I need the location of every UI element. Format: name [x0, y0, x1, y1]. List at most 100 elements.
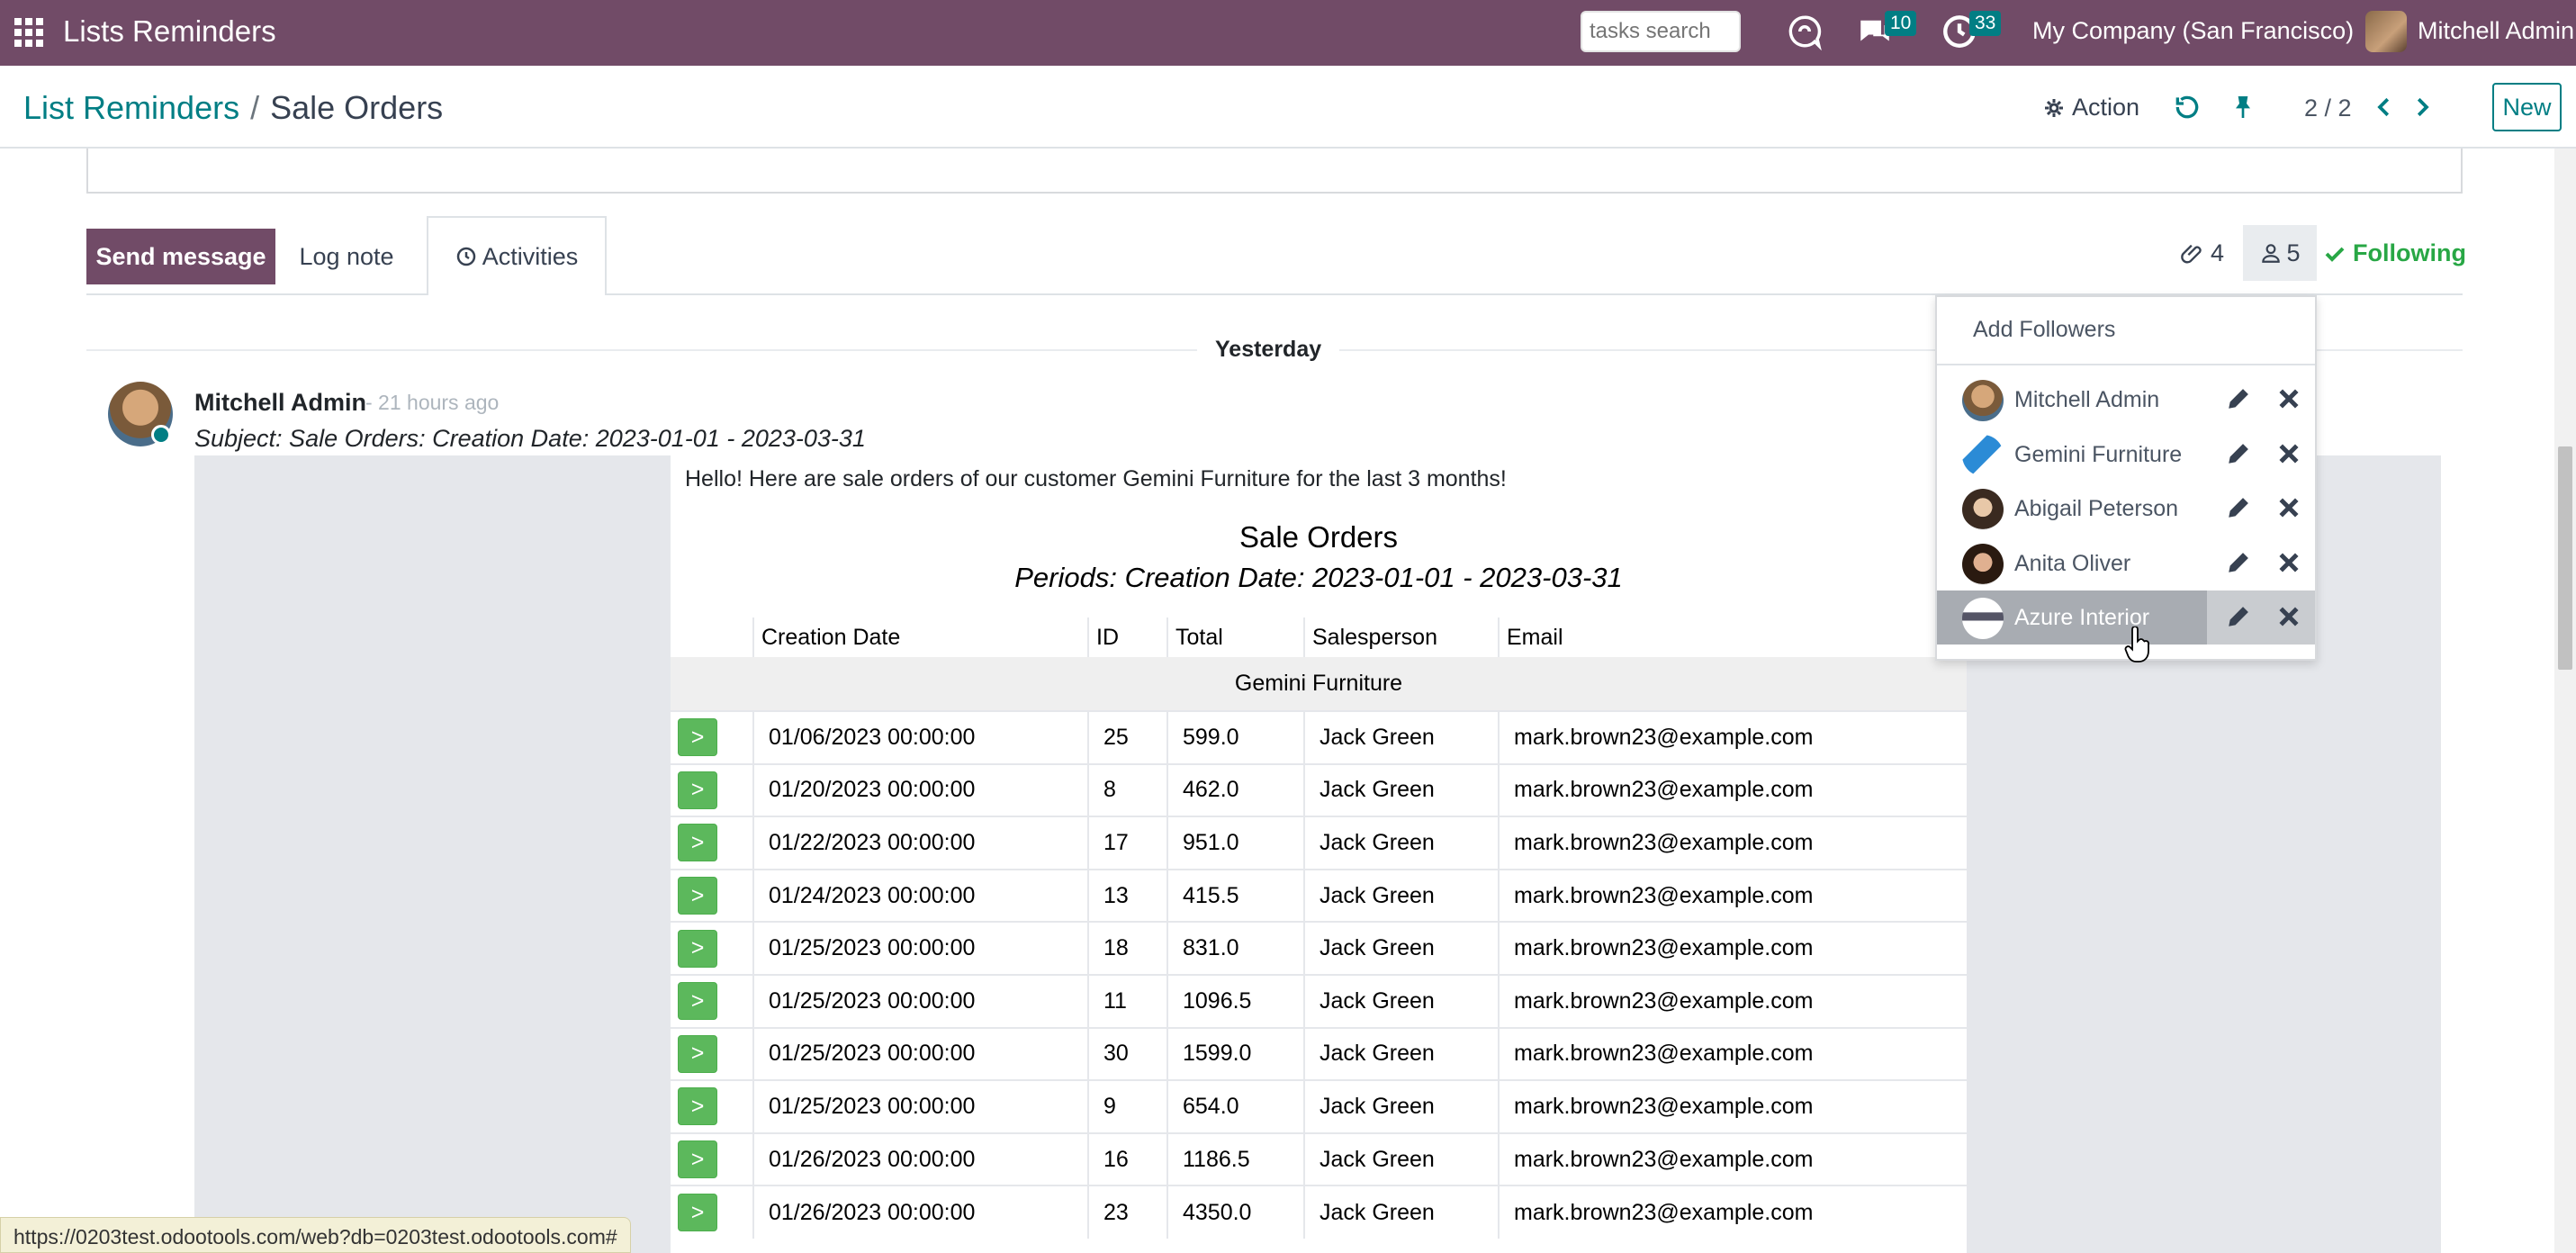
- new-button[interactable]: New: [2492, 83, 2562, 131]
- open-order-button[interactable]: >: [678, 1140, 717, 1179]
- discard-refresh-icon[interactable]: [2173, 93, 2202, 122]
- open-order-button[interactable]: >: [678, 718, 717, 757]
- status-bar-url: https://0203test.odootools.com/web?db=02…: [0, 1217, 631, 1253]
- open-order-button[interactable]: >: [678, 929, 717, 968]
- cell-id: 17: [1087, 816, 1167, 870]
- edit-pencil-icon[interactable]: [2225, 440, 2252, 467]
- row-action-cell: >: [671, 1026, 753, 1081]
- column-header: ID: [1087, 617, 1167, 657]
- remove-x-icon[interactable]: [2275, 603, 2302, 630]
- followers-button[interactable]: 5: [2243, 225, 2317, 281]
- cell-total: 654.0: [1166, 1079, 1304, 1133]
- page-scrollbar[interactable]: [2554, 149, 2576, 1253]
- pager-value[interactable]: 2 / 2: [2304, 95, 2352, 122]
- cell-date: 01/25/2023 00:00:00: [752, 973, 1088, 1028]
- cell-date: 01/24/2023 00:00:00: [752, 868, 1088, 923]
- cell-email: mark.brown23@example.com: [1498, 816, 1967, 870]
- follower-avatar: [1962, 380, 2004, 421]
- table-header-row: Creation Date ID Total Salesperson Email: [671, 617, 1967, 657]
- remove-x-icon[interactable]: [2275, 440, 2302, 467]
- following-button[interactable]: Following: [2324, 239, 2466, 267]
- remove-x-icon[interactable]: [2275, 385, 2302, 412]
- following-label: Following: [2353, 239, 2466, 266]
- page-scrollbar-thumb[interactable]: [2558, 446, 2572, 670]
- table-row: >01/24/2023 00:00:00 13 415.5 Jack Green mar…: [671, 868, 1967, 923]
- cell-id: 25: [1087, 710, 1167, 764]
- cell-email: mark.brown23@example.com: [1498, 868, 1967, 923]
- follower-avatar: [1962, 489, 2004, 530]
- cell-email: mark.brown23@example.com: [1498, 762, 1967, 817]
- cell-total: 1599.0: [1166, 1026, 1304, 1081]
- row-action-cell: >: [671, 762, 753, 817]
- cell-id: 16: [1087, 1131, 1167, 1186]
- open-order-button[interactable]: >: [678, 877, 717, 915]
- row-action-cell: >: [671, 710, 753, 764]
- email-body: Hello! Here are sale orders of our custo…: [671, 455, 1967, 1253]
- clock-icon: [456, 247, 475, 266]
- pager-previous-icon[interactable]: [2371, 91, 2398, 123]
- discuss-icon[interactable]: [1786, 13, 1824, 50]
- open-order-button[interactable]: >: [678, 1087, 717, 1126]
- cell-email: mark.brown23@example.com: [1498, 1026, 1967, 1081]
- cell-id: 11: [1087, 973, 1167, 1028]
- edit-pencil-icon[interactable]: [2225, 549, 2252, 576]
- edit-pencil-icon[interactable]: [2225, 603, 2252, 630]
- sale-orders-table: Creation Date ID Total Salesperson Email Gem…: [671, 617, 1967, 1239]
- cell-total: 951.0: [1166, 816, 1304, 870]
- cell-email: mark.brown23@example.com: [1498, 1079, 1967, 1133]
- cell-email: mark.brown23@example.com: [1498, 973, 1967, 1028]
- online-status-dot: [151, 425, 171, 445]
- report-period: Periods: Creation Date: 2023-01-01 - 202…: [1014, 562, 1623, 593]
- cell-id: 8: [1087, 762, 1167, 817]
- follower-link[interactable]: Gemini Furniture: [1937, 428, 2207, 482]
- pin-icon[interactable]: [2229, 93, 2257, 122]
- control-panel: List Reminders / Sale Orders Action 2 / 2 …: [0, 66, 2576, 149]
- activities-button[interactable]: Activities: [427, 216, 607, 295]
- date-separator-label: Yesterday: [1197, 337, 1340, 363]
- column-header: Total: [1166, 617, 1304, 657]
- action-menu-button[interactable]: Action: [2043, 94, 2139, 122]
- attachments-button[interactable]: 4: [2180, 239, 2224, 267]
- row-action-cell: >: [671, 1131, 753, 1186]
- app-title[interactable]: Lists Reminders: [63, 14, 276, 49]
- follower-avatar: [1962, 598, 2004, 639]
- open-order-button[interactable]: >: [678, 982, 717, 1021]
- report-title: Sale Orders: [1238, 520, 1399, 554]
- add-followers-link[interactable]: Add Followers: [1973, 317, 2115, 343]
- follower-link[interactable]: Anita Oliver: [1937, 536, 2207, 590]
- paperclip-icon: [2181, 244, 2202, 263]
- send-message-button[interactable]: Send message: [86, 229, 275, 284]
- table-row: >01/25/2023 00:00:00 11 1096.5 Jack Green ma…: [671, 973, 1967, 1028]
- tasks-search-input[interactable]: [1581, 11, 1741, 52]
- cell-total: 831.0: [1166, 921, 1304, 975]
- cell-salesperson: Jack Green: [1303, 1185, 1499, 1239]
- follower-link[interactable]: Abigail Peterson: [1937, 482, 2207, 536]
- open-order-button[interactable]: >: [678, 1194, 717, 1232]
- follower-link[interactable]: Azure Interior: [1937, 590, 2207, 645]
- row-action-cell: >: [671, 868, 753, 923]
- edit-pencil-icon[interactable]: [2225, 494, 2252, 521]
- pager-next-icon[interactable]: [2409, 91, 2436, 123]
- column-header: [671, 617, 753, 657]
- cell-id: 18: [1087, 921, 1167, 975]
- breadcrumb-current: Sale Orders: [270, 89, 444, 126]
- cell-total: 462.0: [1166, 762, 1304, 817]
- messages-badge: 10: [1885, 11, 1917, 36]
- edit-pencil-icon[interactable]: [2225, 385, 2252, 412]
- form-sheet: [86, 149, 2463, 194]
- log-note-button[interactable]: Log note: [277, 229, 416, 284]
- apps-grid-icon[interactable]: [14, 18, 43, 47]
- open-order-button[interactable]: >: [678, 824, 717, 862]
- row-action-cell: >: [671, 921, 753, 975]
- breadcrumb-parent[interactable]: List Reminders: [23, 89, 239, 126]
- remove-x-icon[interactable]: [2275, 494, 2302, 521]
- message-author[interactable]: Mitchell Admin: [194, 389, 366, 417]
- user-menu[interactable]: Mitchell Admin: [2418, 17, 2574, 45]
- company-switcher[interactable]: My Company (San Francisco): [2032, 17, 2354, 45]
- open-order-button[interactable]: >: [678, 1034, 717, 1073]
- user-avatar[interactable]: [2365, 11, 2407, 52]
- follower-link[interactable]: Mitchell Admin: [1937, 373, 2207, 427]
- check-icon: [2325, 247, 2345, 262]
- remove-x-icon[interactable]: [2275, 549, 2302, 576]
- open-order-button[interactable]: >: [678, 771, 717, 809]
